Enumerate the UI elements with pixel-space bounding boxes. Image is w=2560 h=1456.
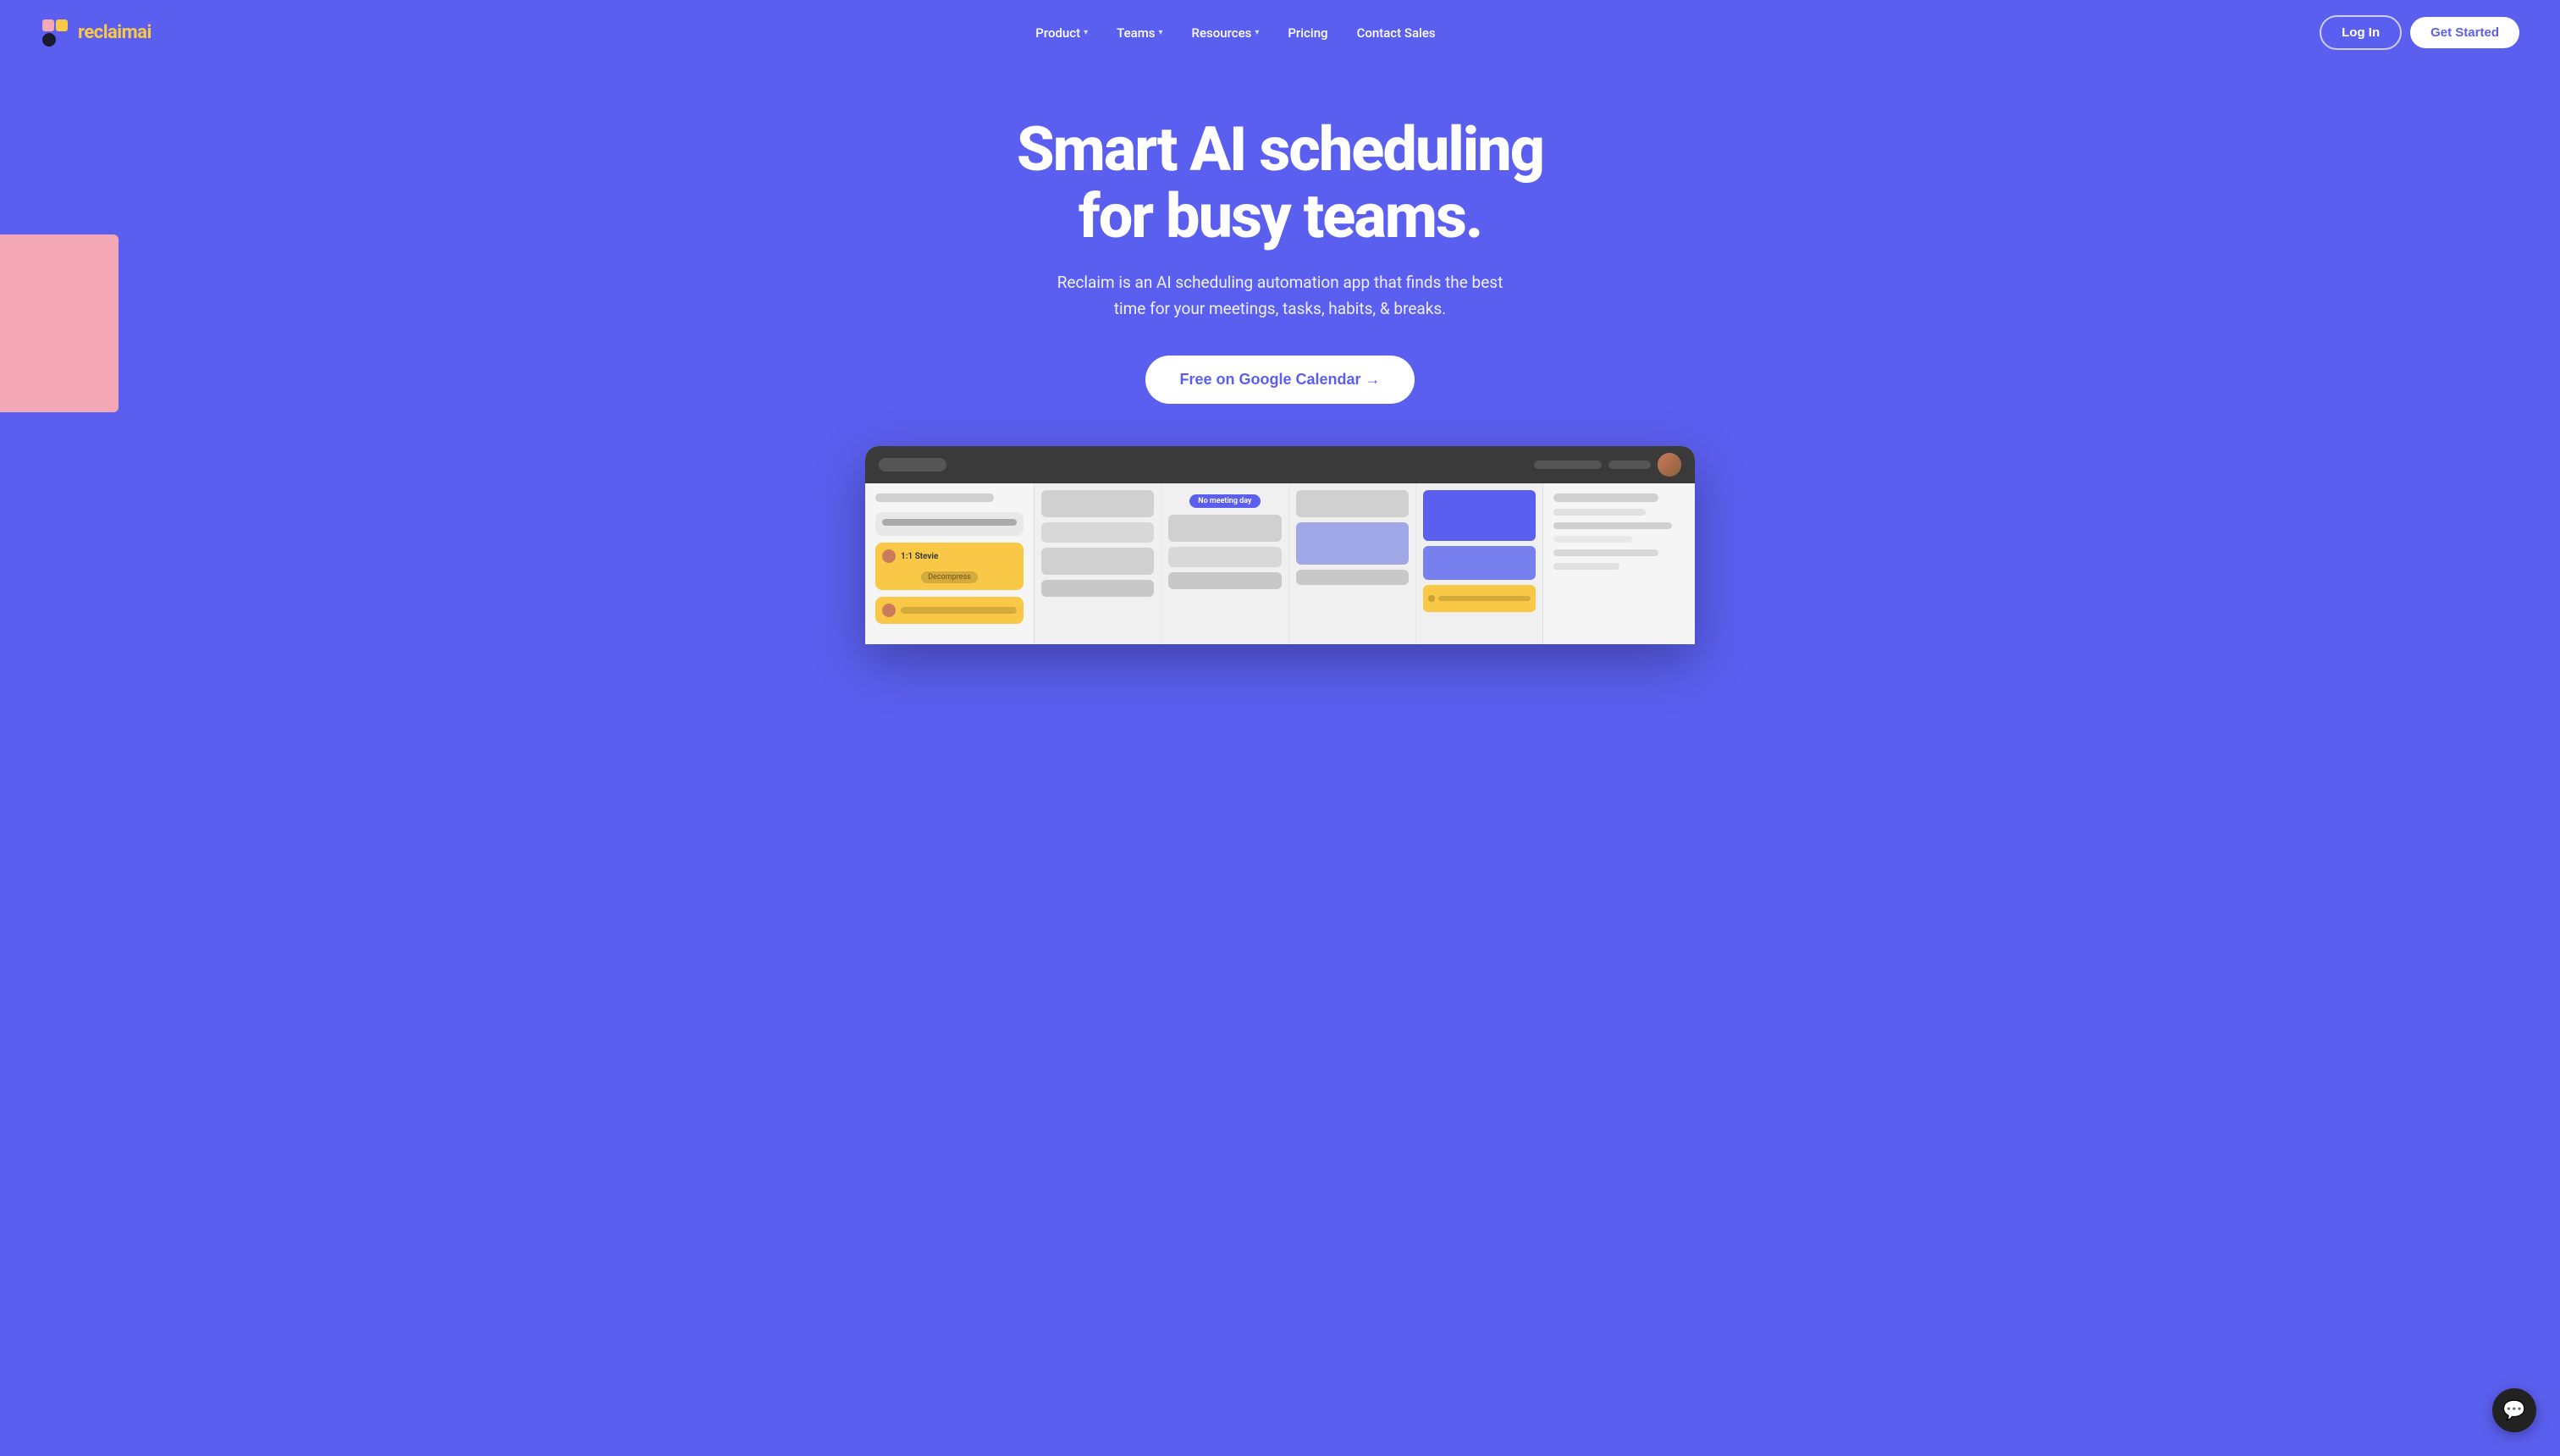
- app-preview: 1:1 Stevie Decompress: [865, 446, 1695, 644]
- right-panel: [1542, 483, 1695, 644]
- login-button[interactable]: Log In: [2320, 15, 2402, 50]
- no-meeting-badge: No meeting day: [1189, 494, 1260, 508]
- left-panel: 1:1 Stevie Decompress: [865, 483, 1034, 644]
- cal-block-gray-2: [1041, 522, 1154, 543]
- hero-section: Smart AI scheduling for busy teams. Recl…: [0, 65, 2560, 644]
- right-line-5: [1553, 549, 1658, 556]
- nav-links: Product ▾ Teams ▾ Resources ▾ Pricing Co…: [1023, 19, 1447, 47]
- calendar-event-card-3: [875, 597, 1023, 624]
- cal-block-dark-1: [1423, 490, 1536, 541]
- logo-icon: [41, 18, 71, 48]
- hero-subtitle: Reclaim is an AI scheduling automation a…: [1043, 270, 1517, 322]
- get-started-button[interactable]: Get Started: [2410, 17, 2519, 48]
- chat-widget[interactable]: 💬: [2492, 1388, 2536, 1432]
- nav-item-product[interactable]: Product ▾: [1023, 19, 1100, 47]
- cal-block-blue-light-1: [1296, 522, 1409, 565]
- logo-link[interactable]: reclaimai: [41, 18, 152, 48]
- cta-button[interactable]: Free on Google Calendar →: [1145, 356, 1414, 404]
- cal-block-yellow-1: [1423, 585, 1536, 612]
- chevron-down-icon: ▾: [1255, 28, 1259, 37]
- calendar-col-1: [1034, 483, 1161, 644]
- card-row: 1:1 Stevie: [882, 549, 1017, 563]
- calendar-col-4: [1416, 483, 1542, 644]
- cal-block-nm-2: [1168, 547, 1281, 567]
- event-title: 1:1 Stevie: [901, 552, 938, 561]
- nav-item-pricing[interactable]: Pricing: [1276, 19, 1339, 47]
- chevron-down-icon: ▾: [1084, 28, 1088, 37]
- cal-block-c3-3: [1296, 570, 1409, 585]
- logo-text: reclaimai: [78, 22, 152, 43]
- hero-title: Smart AI scheduling for busy teams.: [1017, 116, 1543, 250]
- chevron-down-icon: ▾: [1159, 28, 1163, 37]
- chat-icon: 💬: [2502, 1400, 2525, 1421]
- left-panel-header-line: [875, 494, 994, 502]
- right-line-2: [1553, 509, 1646, 516]
- nav-item-contact[interactable]: Contact Sales: [1345, 19, 1448, 47]
- cal-event-line: [1438, 596, 1531, 601]
- cal-event-dot: [1428, 595, 1435, 602]
- event-badge: Decompress: [921, 571, 978, 583]
- nav-label-contact: Contact Sales: [1357, 25, 1436, 41]
- right-line-4: [1553, 536, 1632, 543]
- app-content: 1:1 Stevie Decompress: [865, 483, 1695, 644]
- nav-actions: Log In Get Started: [2320, 15, 2519, 50]
- calendar-col-2: No meeting day: [1161, 483, 1288, 644]
- event-avatar-2: [882, 604, 896, 617]
- cal-block-nm-1: [1168, 515, 1281, 542]
- nav-label-product: Product: [1035, 25, 1080, 41]
- titlebar-line-short: [1608, 461, 1651, 469]
- event-line: [901, 607, 1017, 614]
- cal-block-mid-1: [1423, 546, 1536, 580]
- decorative-pink-block: [0, 234, 119, 412]
- nav-item-teams[interactable]: Teams ▾: [1105, 19, 1174, 47]
- nav-label-pricing: Pricing: [1288, 25, 1327, 41]
- event-avatar: [882, 549, 896, 563]
- cal-block-gray-1: [1041, 490, 1154, 517]
- hero-cta: Free on Google Calendar →: [1145, 356, 1414, 404]
- nav-item-resources[interactable]: Resources ▾: [1180, 19, 1272, 47]
- card-line: [882, 519, 1017, 526]
- calendar-event-card-1: [875, 512, 1023, 536]
- titlebar-right: [1534, 453, 1681, 477]
- nav-label-teams: Teams: [1117, 25, 1155, 41]
- app-titlebar: [865, 446, 1695, 483]
- navbar: reclaimai Product ▾ Teams ▾ Resources ▾ …: [0, 0, 2560, 65]
- calendar-event-card-2: 1:1 Stevie Decompress: [875, 543, 1023, 590]
- titlebar-line-long: [1534, 461, 1602, 469]
- right-line-6: [1553, 563, 1619, 570]
- card-row: [882, 519, 1017, 526]
- cal-block-c3-1: [1296, 490, 1409, 517]
- cal-block-gray-4: [1041, 580, 1154, 597]
- center-calendar: No meeting day: [1034, 483, 1542, 644]
- calendar-col-3: [1289, 483, 1416, 644]
- titlebar-pill: [879, 458, 946, 472]
- avatar-image: [1658, 453, 1681, 477]
- app-window: 1:1 Stevie Decompress: [865, 446, 1695, 644]
- cal-block-nm-3: [1168, 572, 1281, 589]
- right-line-1: [1553, 494, 1658, 502]
- right-line-3: [1553, 522, 1672, 529]
- user-avatar: [1658, 453, 1681, 477]
- nav-label-resources: Resources: [1192, 25, 1252, 41]
- cal-block-gray-3: [1041, 548, 1154, 575]
